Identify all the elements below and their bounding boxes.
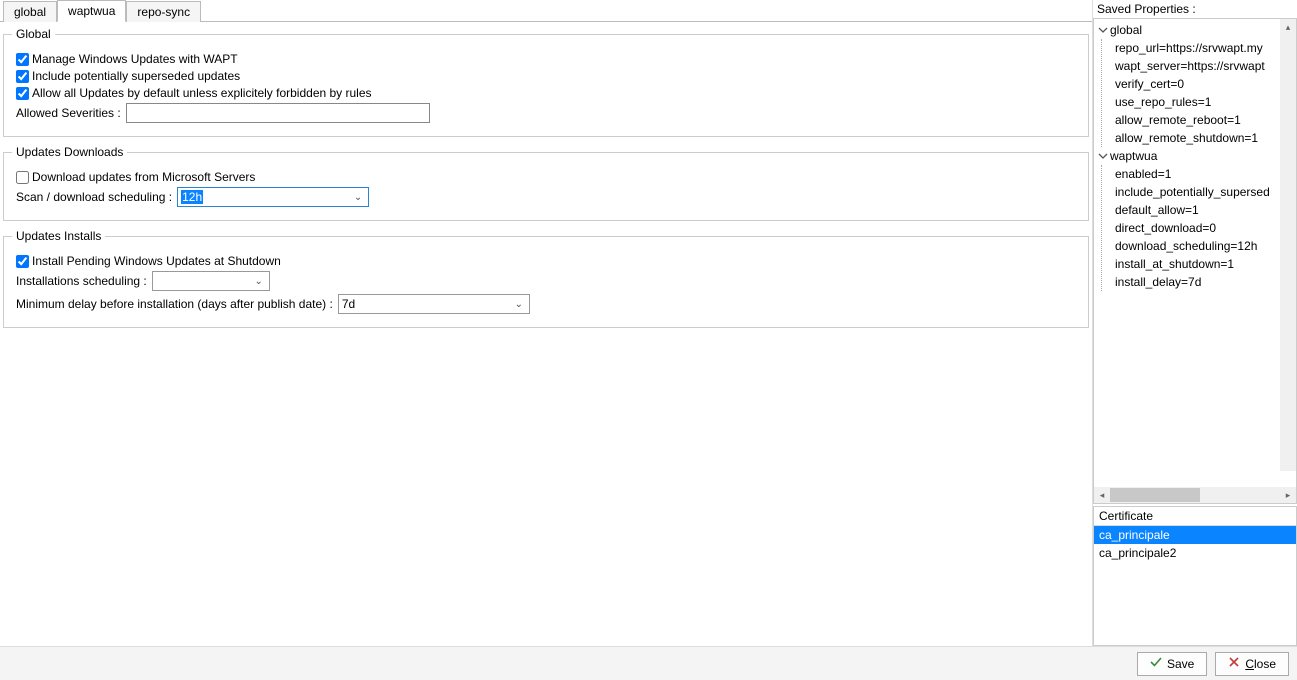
group-downloads-legend: Updates Downloads	[12, 145, 127, 159]
include-superseded-label: Include potentially superseded updates	[32, 69, 240, 83]
saved-properties-tree[interactable]: global repo_url=https://srvwapt.my wapt_…	[1094, 19, 1296, 487]
manage-updates-checkbox[interactable]	[16, 53, 29, 66]
install-shutdown-label: Install Pending Windows Updates at Shutd…	[32, 254, 281, 268]
group-installs-legend: Updates Installs	[12, 229, 105, 243]
tree-node-waptwua[interactable]: waptwua	[1110, 149, 1157, 163]
manage-updates-label: Manage Windows Updates with WAPT	[32, 52, 238, 66]
scan-scheduling-label: Scan / download scheduling :	[16, 190, 172, 204]
min-delay-combo[interactable]: 7d ⌄	[338, 294, 530, 314]
tab-bar: global waptwua repo-sync	[0, 0, 1092, 22]
chevron-down-icon: ⌄	[350, 192, 366, 203]
min-delay-label: Minimum delay before installation (days …	[16, 297, 333, 311]
allowed-severities-label: Allowed Severities :	[16, 106, 121, 120]
tab-waptwua[interactable]: waptwua	[57, 0, 126, 22]
certificate-header: Certificate	[1094, 507, 1296, 526]
scroll-up-icon[interactable]: ▴	[1280, 19, 1296, 35]
tree-leaf[interactable]: install_at_shutdown=1	[1115, 255, 1296, 273]
group-global: Global Manage Windows Updates with WAPT …	[3, 27, 1089, 137]
install-scheduling-label: Installations scheduling :	[16, 274, 147, 288]
certificate-list[interactable]: Certificate ca_principale ca_principale2	[1093, 506, 1297, 646]
include-superseded-checkbox[interactable]	[16, 70, 29, 83]
download-ms-checkbox[interactable]	[16, 171, 29, 184]
close-icon	[1228, 656, 1240, 671]
tree-leaf[interactable]: default_allow=1	[1115, 201, 1296, 219]
bottom-bar: Save Close	[0, 646, 1297, 680]
scan-scheduling-combo[interactable]: 12h ⌄	[177, 187, 369, 207]
vertical-scrollbar[interactable]: ▴	[1280, 19, 1296, 471]
chevron-down-icon: ⌄	[511, 299, 527, 310]
group-global-legend: Global	[12, 27, 55, 41]
tree-leaf[interactable]: use_repo_rules=1	[1115, 93, 1296, 111]
save-button-label: Save	[1167, 657, 1194, 671]
scan-scheduling-value: 12h	[181, 190, 203, 204]
group-installs: Updates Installs Install Pending Windows…	[3, 229, 1089, 328]
install-scheduling-combo[interactable]: ⌄	[152, 271, 270, 291]
save-button[interactable]: Save	[1137, 652, 1207, 676]
install-shutdown-checkbox[interactable]	[16, 255, 29, 268]
scroll-left-icon[interactable]: ◂	[1094, 490, 1110, 501]
certificate-row[interactable]: ca_principale2	[1094, 544, 1296, 562]
expand-icon[interactable]	[1096, 25, 1110, 35]
certificate-row[interactable]: ca_principale	[1094, 526, 1296, 544]
tab-reposync[interactable]: repo-sync	[126, 1, 201, 22]
tree-leaf[interactable]: direct_download=0	[1115, 219, 1296, 237]
allow-all-label: Allow all Updates by default unless expl…	[32, 86, 372, 100]
close-button-label: Close	[1245, 657, 1276, 671]
tree-leaf[interactable]: repo_url=https://srvwapt.my	[1115, 39, 1296, 57]
scroll-right-icon[interactable]: ▸	[1280, 490, 1296, 501]
min-delay-value: 7d	[341, 297, 511, 311]
tree-leaf[interactable]: enabled=1	[1115, 165, 1296, 183]
chevron-down-icon: ⌄	[251, 276, 267, 287]
group-downloads: Updates Downloads Download updates from …	[3, 145, 1089, 221]
tree-node-global[interactable]: global	[1110, 23, 1142, 37]
tree-leaf[interactable]: install_delay=7d	[1115, 273, 1296, 291]
tree-leaf[interactable]: wapt_server=https://srvwapt	[1115, 57, 1296, 75]
download-ms-label: Download updates from Microsoft Servers	[32, 170, 255, 184]
tree-leaf[interactable]: verify_cert=0	[1115, 75, 1296, 93]
close-button[interactable]: Close	[1215, 652, 1289, 676]
allowed-severities-input[interactable]	[126, 103, 430, 123]
scrollbar-thumb[interactable]	[1110, 488, 1200, 502]
expand-icon[interactable]	[1096, 151, 1110, 161]
tree-leaf[interactable]: download_scheduling=12h	[1115, 237, 1296, 255]
tree-leaf[interactable]: include_potentially_supersed	[1115, 183, 1296, 201]
allow-all-checkbox[interactable]	[16, 87, 29, 100]
check-icon	[1150, 656, 1162, 671]
horizontal-scrollbar[interactable]: ◂ ▸	[1094, 487, 1296, 503]
saved-properties-title: Saved Properties :	[1093, 0, 1297, 18]
tree-leaf[interactable]: allow_remote_reboot=1	[1115, 111, 1296, 129]
tab-global[interactable]: global	[3, 1, 57, 22]
tree-leaf[interactable]: allow_remote_shutdown=1	[1115, 129, 1296, 147]
